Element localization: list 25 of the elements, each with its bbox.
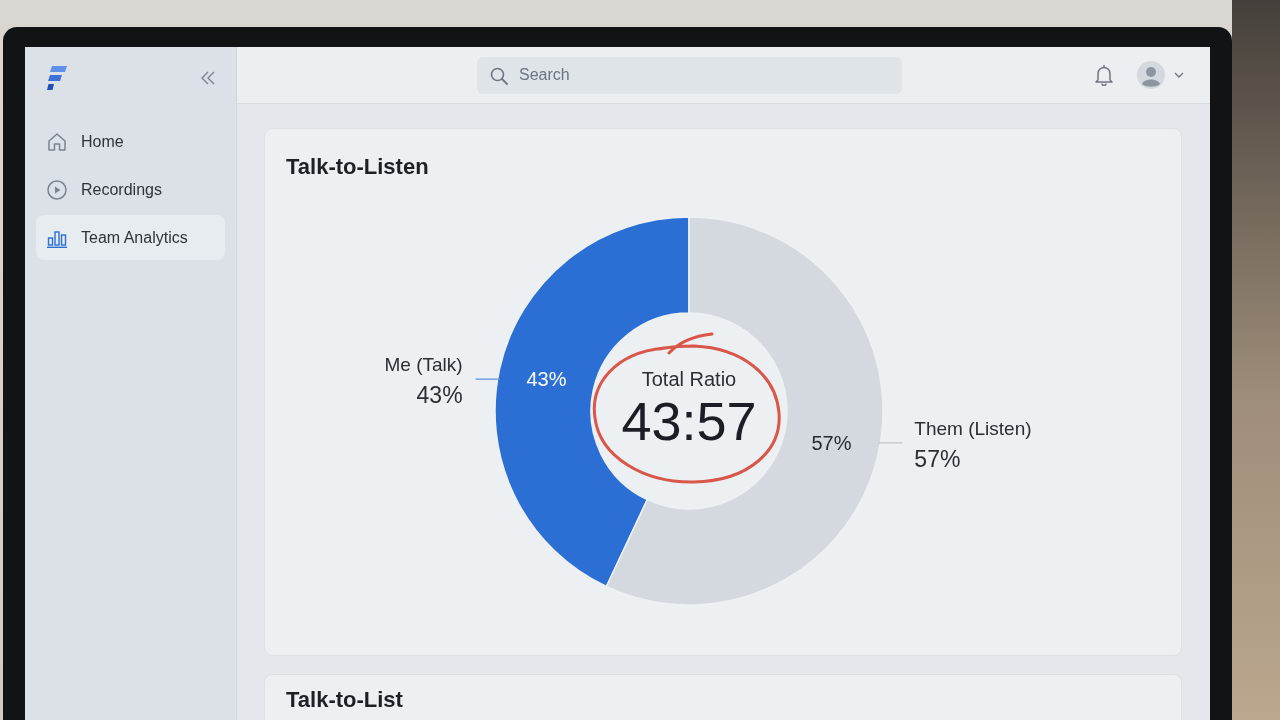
sidebar-item[interactable]: Home [36, 119, 225, 164]
slice-label: 57% [811, 431, 852, 454]
leader-line [877, 442, 904, 444]
bell-icon[interactable] [1094, 64, 1114, 86]
card-title: Talk-to-List [286, 686, 403, 714]
collapse-icon[interactable] [201, 71, 215, 85]
caret-down-icon [1174, 72, 1184, 78]
home-icon [47, 131, 67, 152]
sidebar-item[interactable]: Team Analytics [36, 215, 225, 260]
slice-label: 43% [526, 368, 567, 391]
callout-value: 57% [914, 445, 961, 472]
ratio-value: 43:57 [621, 391, 757, 451]
avatar-icon [1137, 61, 1165, 89]
callout-value: 43% [416, 382, 463, 409]
sidebar-item[interactable]: Recordings [36, 167, 225, 212]
leader-line [474, 378, 501, 380]
card-title: Talk-to-Listen [286, 153, 429, 181]
play-circle-icon [47, 179, 67, 200]
callout-label: Them (Listen) [914, 417, 1032, 439]
search-field[interactable]: Search [477, 56, 902, 94]
account-menu-button[interactable] [1137, 61, 1184, 89]
search-icon [490, 66, 508, 85]
ratio-caption: Total Ratio [641, 368, 737, 390]
callout-label: Me (Talk) [384, 354, 463, 376]
logo-icon [47, 66, 67, 90]
